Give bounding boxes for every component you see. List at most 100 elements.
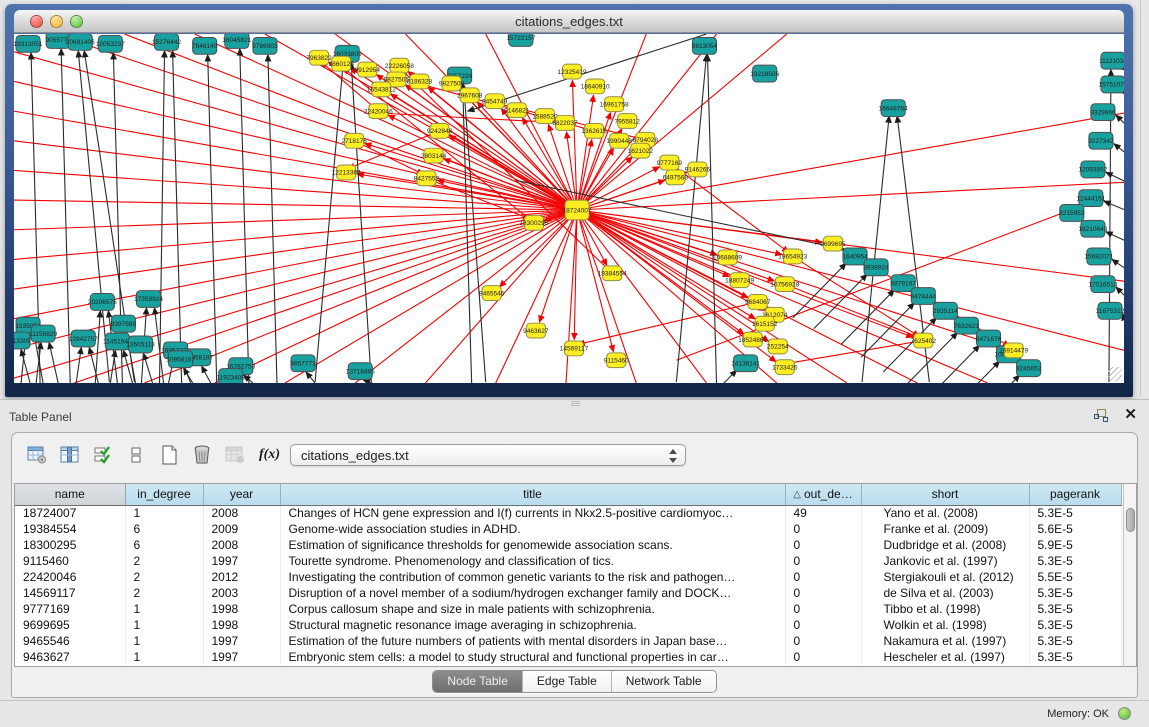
scrollbar-thumb[interactable] xyxy=(1126,508,1135,532)
graph-node[interactable]: 6497568 xyxy=(663,170,689,185)
citation-edge[interactable] xyxy=(95,311,100,383)
citation-edge-selected[interactable] xyxy=(577,34,717,210)
citation-edge-selected[interactable] xyxy=(14,141,577,210)
graph-node[interactable]: 9146266 xyxy=(685,162,711,177)
graph-node[interactable]: 7955812 xyxy=(615,114,641,129)
graph-node[interactable]: 18640910 xyxy=(581,79,610,94)
graph-node[interactable]: 8215953 xyxy=(1059,205,1085,222)
citation-edge-selected[interactable] xyxy=(14,52,577,210)
citation-edge[interactable] xyxy=(926,345,979,383)
graph-node[interactable]: 8454749 xyxy=(482,94,508,109)
column-header-in_degree[interactable]: in_degree xyxy=(125,484,203,505)
graph-node[interactable]: 20206576 xyxy=(88,294,117,311)
pane-divider[interactable] xyxy=(1140,0,1141,397)
network-canvas[interactable]: 1931305190557722069140610053237152764427… xyxy=(14,34,1124,383)
graph-node[interactable]: 9786903 xyxy=(252,37,278,54)
graph-node[interactable]: 19313051 xyxy=(14,35,43,52)
deselect-all-button[interactable] xyxy=(123,442,149,468)
graph-node[interactable]: 20691406 xyxy=(66,34,95,50)
tab-edge-table[interactable]: Edge Table xyxy=(523,671,612,692)
function-builder-button[interactable]: f(x) xyxy=(259,447,280,463)
graph-node[interactable]: 11156829 xyxy=(29,325,57,342)
citation-edge[interactable] xyxy=(155,308,164,383)
column-header-short[interactable]: short xyxy=(861,484,1029,505)
graph-node[interactable]: 8186328 xyxy=(407,74,433,89)
table-row[interactable]: 946362711997Embryonic stem cells: a mode… xyxy=(15,649,1121,665)
graph-node[interactable]: 19384554 xyxy=(598,266,627,281)
table-selector-dropdown[interactable]: citations_edges.txt xyxy=(290,444,686,466)
citation-edge[interactable] xyxy=(202,366,211,383)
citation-edge[interactable] xyxy=(268,55,277,383)
graph-node[interactable]: 16210643 xyxy=(1078,220,1107,237)
select-all-button[interactable] xyxy=(90,442,116,468)
graph-node[interactable]: 11923408 xyxy=(217,369,246,383)
graph-node[interactable]: 9684067 xyxy=(745,295,771,310)
table-row[interactable]: 1456911722003Disruption of a novel membe… xyxy=(15,585,1121,601)
citation-edge[interactable] xyxy=(1106,232,1124,241)
graph-node[interactable]: 1362615 xyxy=(581,123,607,138)
graph-node[interactable]: 9227342 xyxy=(1088,132,1114,149)
graph-node[interactable]: 22420046 xyxy=(364,104,393,119)
graph-node[interactable]: 9397588 xyxy=(111,315,137,332)
table-row[interactable]: 977716911998Corpus callosum shape and si… xyxy=(15,601,1121,617)
close-panel-icon[interactable]: ✕ xyxy=(1124,407,1137,423)
graph-node[interactable]: 22226058 xyxy=(385,58,414,73)
citation-edge-selected[interactable] xyxy=(577,210,1124,350)
graph-node[interactable]: 9463627 xyxy=(523,323,549,338)
citation-edge[interactable] xyxy=(946,361,999,383)
column-header-name[interactable]: name xyxy=(15,484,125,505)
graph-node[interactable]: 8471676 xyxy=(976,330,1002,347)
graph-node[interactable]: 8427552 xyxy=(414,171,440,186)
graph-node[interactable]: 14136141 xyxy=(731,355,760,372)
citation-edge[interactable] xyxy=(966,375,1019,383)
citation-edge[interactable] xyxy=(1114,144,1124,153)
graph-node[interactable]: 9115460 xyxy=(604,353,629,368)
graph-node[interactable]: 2935114 xyxy=(933,302,958,319)
graph-node[interactable]: 2967608 xyxy=(457,88,483,103)
table-options-button[interactable] xyxy=(24,442,50,468)
graph-node[interactable]: 10756928 xyxy=(770,277,799,292)
graph-node[interactable]: 16045821 xyxy=(222,34,251,48)
graph-node[interactable]: 15276442 xyxy=(152,34,181,50)
citation-edge[interactable] xyxy=(707,55,716,383)
window-titlebar[interactable]: citations_edges.txt xyxy=(14,10,1124,33)
citation-edge-selected[interactable] xyxy=(578,302,758,345)
graph-node[interactable]: 10958167 xyxy=(166,351,195,368)
citation-edge[interactable] xyxy=(49,342,58,383)
graph-node[interactable]: 10053237 xyxy=(96,35,125,52)
citation-edge[interactable] xyxy=(110,350,115,383)
graph-node[interactable]: 18807249 xyxy=(725,273,754,288)
column-header-title[interactable]: title xyxy=(280,484,785,505)
citation-edge[interactable] xyxy=(123,350,132,383)
graph-node[interactable]: 7632621 xyxy=(954,317,980,334)
citation-edge-selected[interactable] xyxy=(285,210,577,383)
citation-edge-selected[interactable] xyxy=(577,210,706,383)
graph-node[interactable]: 16961758 xyxy=(600,97,629,112)
graph-node[interactable]: 13718485 xyxy=(346,363,375,380)
float-window-icon[interactable] xyxy=(1094,409,1109,423)
graph-node[interactable]: 15722157 xyxy=(506,34,535,46)
citation-edge-selected[interactable] xyxy=(14,210,577,348)
citation-edge[interactable] xyxy=(306,372,315,383)
graph-node[interactable]: 9242848 xyxy=(427,123,453,138)
window-resize-grip[interactable] xyxy=(1108,367,1122,381)
table-row[interactable]: 1938455462009Genome-wide association stu… xyxy=(15,521,1121,537)
table-scrollbar[interactable] xyxy=(1123,483,1137,667)
new-column-button[interactable] xyxy=(156,442,182,468)
graph-node[interactable]: 13505113 xyxy=(126,336,155,353)
graph-node[interactable]: 9777169 xyxy=(657,155,683,170)
graph-node[interactable]: 9245652 xyxy=(1016,360,1042,377)
citation-edge[interactable] xyxy=(683,370,736,383)
citation-edge-selected[interactable] xyxy=(577,182,1124,210)
graph-node[interactable]: 6822037 xyxy=(552,116,578,131)
citation-edge[interactable] xyxy=(1104,201,1124,210)
citation-edge-selected[interactable] xyxy=(14,210,577,289)
citation-edge[interactable] xyxy=(1123,314,1124,323)
citation-edge[interactable] xyxy=(1116,287,1124,296)
graph-node[interactable]: 11675312 xyxy=(1096,302,1124,319)
graph-node[interactable]: 15751074 xyxy=(1098,76,1124,93)
citation-network-graph[interactable]: 1931305190557722069140610053237152764427… xyxy=(14,34,1124,383)
table-row[interactable]: 2242004622012Investigating the contribut… xyxy=(15,569,1121,585)
table-row[interactable]: 969969511998Structural magnetic resonanc… xyxy=(15,617,1121,633)
graph-node[interactable]: 9329966 xyxy=(1090,104,1116,121)
